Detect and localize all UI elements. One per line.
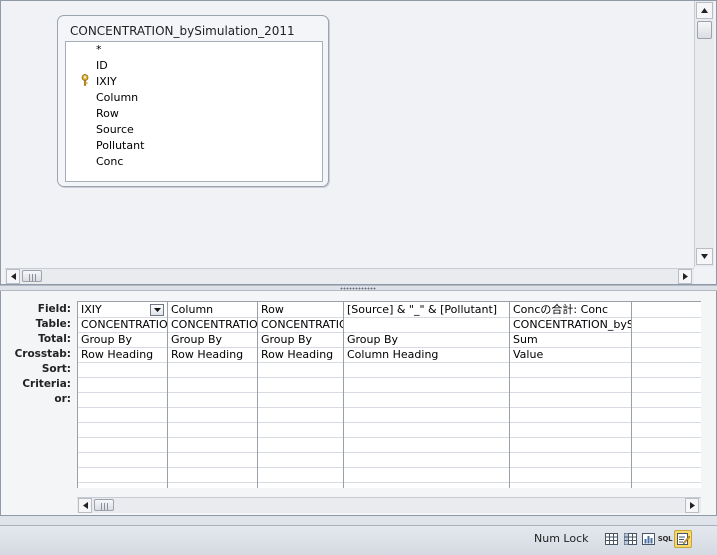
row-label-field: Field: [37,303,71,315]
design-view-button[interactable] [674,530,692,548]
scroll-left-button[interactable] [6,269,20,284]
row-label-sort: Sort: [41,363,71,375]
grid-cell-total-5[interactable]: Sum [510,332,631,347]
vertical-scroll-thumb[interactable] [697,21,712,39]
row-label-criteria: Criteria: [22,378,71,390]
primary-key-icon [81,74,89,86]
grid-cell-total-4[interactable]: Group By [344,332,509,347]
grid-horizontal-scroll-thumb[interactable] [94,499,114,511]
design-view-icon [676,533,690,545]
query-design-upper-pane[interactable]: CONCENTRATION_bySimulation_2011 * ID IXI… [0,0,717,285]
field-item-source[interactable]: Source [96,123,134,136]
grid-cell-total-2[interactable]: Group By [168,332,257,347]
grid-cell-table-1[interactable]: CONCENTRATION [78,317,167,332]
datasheet-view-icon [604,533,618,545]
field-item-column[interactable]: Column [96,91,138,104]
row-label-crosstab: Crosstab: [14,348,71,360]
arrow-right-icon [689,502,695,509]
num-lock-indicator: Num Lock [534,532,589,545]
splitter-grip[interactable] [340,287,376,290]
grid-cell-table-3[interactable]: CONCENTRATIO [258,317,343,332]
grid-scroll-right-button[interactable] [685,498,699,513]
row-label-table: Table: [35,318,71,330]
grid-cell-table-5[interactable]: CONCENTRATION_bySi [510,317,631,332]
field-item-all[interactable]: * [96,43,102,56]
scroll-down-button[interactable] [696,248,713,265]
grid-horizontal-scrollbar[interactable] [77,497,701,513]
arrow-left-icon [82,502,88,509]
scroll-up-button[interactable] [696,2,713,19]
chevron-down-icon [153,308,161,312]
grid-cell-crosstab-4[interactable]: Column Heading [344,347,509,362]
pivot-chart-view-button[interactable] [639,530,657,548]
horizontal-scroll-thumb[interactable] [22,270,42,282]
arrow-down-icon [701,254,708,259]
field-item-pollutant[interactable]: Pollutant [96,139,144,152]
table-field-list-window[interactable]: CONCENTRATION_bySimulation_2011 * ID IXI… [57,15,329,187]
field-item-row[interactable]: Row [96,107,119,120]
grid-cell-field-5[interactable]: Concの合計: Conc [510,302,631,317]
upper-horizontal-scrollbar[interactable] [5,268,694,284]
field-dropdown-button[interactable] [150,304,164,316]
field-item-ixiy[interactable]: IXIY [96,75,117,88]
grid-cell-crosstab-2[interactable]: Row Heading [168,347,257,362]
grid-cell-field-4[interactable]: [Source] & "_" & [Pollutant] [344,302,509,317]
arrow-left-icon [10,273,16,280]
field-list[interactable]: * ID IXIY Column Row Source Pollutant Co… [65,41,323,182]
grid-cell-crosstab-5[interactable]: Value [510,347,631,362]
grid-cell-field-3[interactable]: Row [258,302,343,317]
grid-scroll-left-button[interactable] [78,498,92,513]
scroll-right-button[interactable] [678,269,692,284]
field-item-id[interactable]: ID [96,59,108,72]
row-label-total: Total: [38,333,71,345]
table-title[interactable]: CONCENTRATION_bySimulation_2011 [70,24,295,38]
table-area[interactable]: CONCENTRATION_bySimulation_2011 * ID IXI… [5,1,694,267]
sql-view-button[interactable]: SQL [656,530,674,548]
grid-cell-crosstab-1[interactable]: Row Heading [78,347,167,362]
row-label-or: or: [54,393,71,405]
grid-cell-crosstab-3[interactable]: Row Heading [258,347,343,362]
pivot-chart-view-icon [641,533,655,545]
arrow-right-icon [682,273,688,280]
grid-cell-total-3[interactable]: Group By [258,332,343,347]
design-grid[interactable]: IXIY CONCENTRATION Group By Row Heading … [77,301,701,488]
arrow-up-icon [701,8,708,13]
datasheet-view-button[interactable] [602,530,620,548]
status-bar: Num Lock SQL [0,525,717,555]
query-design-grid-pane[interactable]: Field: Table: Total: Crosstab: Sort: Cri… [0,291,717,516]
grid-cell-field-2[interactable]: Column [168,302,257,317]
sql-view-icon: SQL [657,535,673,543]
upper-vertical-scrollbar[interactable] [694,1,714,267]
field-item-conc[interactable]: Conc [96,155,123,168]
pivot-table-view-button[interactable] [621,530,639,548]
pivot-table-view-icon [623,533,637,545]
grid-cell-total-1[interactable]: Group By [78,332,167,347]
grid-cell-table-2[interactable]: CONCENTRATION [168,317,257,332]
